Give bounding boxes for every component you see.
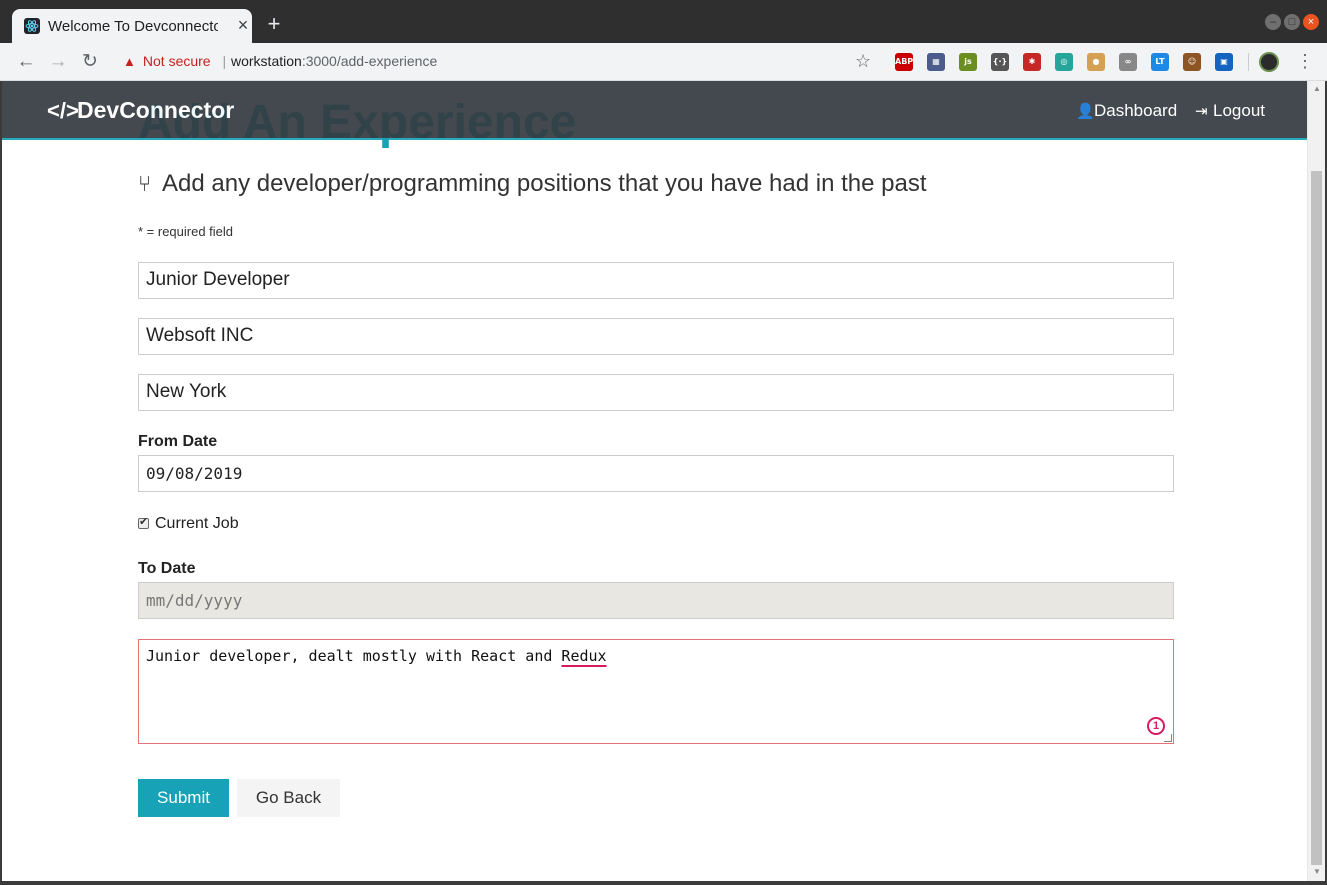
tab-title: Welcome To Devconnector bbox=[48, 18, 218, 35]
window-maximize-button[interactable]: □ bbox=[1284, 14, 1300, 30]
dashboard-label: Dashboard bbox=[1094, 101, 1178, 120]
site-navbar: </>DevConnector 👤Dashboard ⇥ Logout bbox=[2, 81, 1307, 140]
adblock-icon[interactable]: ABP bbox=[895, 53, 913, 71]
brand-link[interactable]: </>DevConnector bbox=[47, 97, 234, 124]
code-icon: </> bbox=[47, 98, 79, 123]
forward-arrow-icon[interactable]: → bbox=[46, 50, 70, 74]
page-lead: ⑂ Add any developer/programming positions… bbox=[138, 170, 926, 198]
dashboard-link[interactable]: 👤Dashboard bbox=[1076, 101, 1177, 121]
address-bar[interactable]: workstation:3000/add-experience bbox=[231, 53, 437, 69]
current-job-row: Current Job bbox=[138, 515, 239, 533]
browser-toolbar: ← → ↻ ▲ Not secure | workstation:3000/ad… bbox=[0, 43, 1327, 81]
logout-link[interactable]: ⇥ Logout bbox=[1195, 101, 1265, 121]
extension-grid-icon[interactable]: ▦ bbox=[927, 53, 945, 71]
window-minimize-button[interactable]: – bbox=[1265, 14, 1281, 30]
submit-button[interactable]: Submit bbox=[138, 779, 229, 817]
code-branch-icon: ⑂ bbox=[138, 171, 152, 196]
scroll-up-arrow-icon[interactable]: ▲ bbox=[1313, 84, 1321, 93]
grammarly-badge-icon[interactable]: 1 bbox=[1147, 717, 1165, 735]
lead-text: Add any developer/programming positions … bbox=[162, 170, 927, 197]
spelling-flagged-word[interactable]: Redux bbox=[561, 647, 606, 665]
reload-icon[interactable]: ↻ bbox=[78, 50, 102, 74]
link-extension-icon[interactable]: ∞ bbox=[1119, 53, 1137, 71]
sign-out-icon: ⇥ bbox=[1195, 103, 1208, 120]
browser-menu-icon[interactable]: ⋮ bbox=[1296, 51, 1314, 72]
react-favicon-icon bbox=[24, 18, 40, 34]
scrollbar-thumb[interactable] bbox=[1311, 171, 1322, 865]
to-date-label: To Date bbox=[138, 560, 196, 577]
required-note: * = required field bbox=[138, 224, 234, 239]
monkey-extension-icon[interactable]: ☺ bbox=[1183, 53, 1201, 71]
page-scrollbar[interactable]: ▲ ▼ bbox=[1307, 81, 1325, 881]
job-title-input[interactable]: Junior Developer bbox=[138, 262, 1174, 299]
code-extension-icon[interactable]: {·} bbox=[991, 53, 1009, 71]
current-job-label: Current Job bbox=[155, 515, 239, 532]
description-text: Junior developer, dealt mostly with Reac… bbox=[146, 647, 562, 665]
resize-handle-icon[interactable] bbox=[1164, 734, 1172, 742]
browser-tab[interactable]: Welcome To Devconnector × bbox=[12, 9, 252, 43]
tab-close-icon[interactable]: × bbox=[234, 16, 252, 34]
to-date-input[interactable]: mm/dd/yyyy bbox=[138, 582, 1174, 619]
current-job-checkbox[interactable] bbox=[138, 515, 149, 529]
circle-extension-icon[interactable]: ◎ bbox=[1055, 53, 1073, 71]
brand-name: DevConnector bbox=[77, 97, 235, 123]
js-extension-icon[interactable]: js bbox=[959, 53, 977, 71]
new-tab-button[interactable]: + bbox=[264, 13, 284, 35]
bookmark-star-icon[interactable]: ☆ bbox=[855, 51, 871, 72]
browser-tab-strip: Welcome To Devconnector × + – □ × bbox=[0, 0, 1327, 43]
user-icon: 👤 bbox=[1076, 103, 1095, 120]
puzzle-extension-icon[interactable]: ✱ bbox=[1023, 53, 1041, 71]
scroll-down-arrow-icon[interactable]: ▼ bbox=[1313, 867, 1321, 876]
lt-extension-icon[interactable]: LT bbox=[1151, 53, 1169, 71]
url-host: workstation bbox=[231, 53, 302, 69]
url-divider: | bbox=[222, 53, 227, 69]
security-indicator[interactable]: ▲ Not secure | bbox=[123, 53, 226, 71]
save-extension-icon[interactable]: ▣ bbox=[1215, 53, 1233, 71]
toolbar-divider bbox=[1248, 53, 1249, 71]
warning-icon: ▲ bbox=[123, 54, 136, 69]
company-input[interactable]: Websoft INC bbox=[138, 318, 1174, 355]
back-arrow-icon[interactable]: ← bbox=[14, 50, 38, 74]
location-input[interactable]: New York bbox=[138, 374, 1174, 411]
page-viewport: Add An Experience </>DevConnector 👤Dashb… bbox=[2, 81, 1307, 881]
url-path: :3000/add-experience bbox=[301, 53, 438, 69]
go-back-button[interactable]: Go Back bbox=[237, 779, 340, 817]
cookie-extension-icon[interactable]: ● bbox=[1087, 53, 1105, 71]
window-close-button[interactable]: × bbox=[1303, 14, 1319, 30]
job-description-textarea[interactable]: Junior developer, dealt mostly with Reac… bbox=[138, 639, 1174, 744]
from-date-label: From Date bbox=[138, 433, 218, 450]
profile-avatar[interactable] bbox=[1259, 52, 1279, 72]
security-label: Not secure bbox=[142, 53, 211, 69]
from-date-input[interactable]: 09/08/2019 bbox=[138, 455, 1174, 492]
logout-label: Logout bbox=[1213, 101, 1265, 120]
